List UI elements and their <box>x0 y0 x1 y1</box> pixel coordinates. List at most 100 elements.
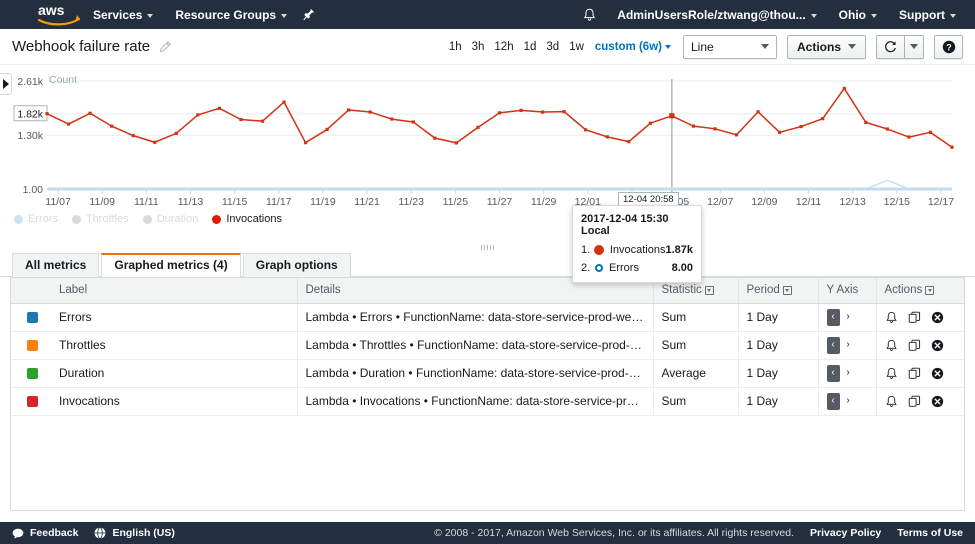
tab-graph-options[interactable]: Graph options <box>243 253 351 277</box>
series-line-invocations[interactable] <box>47 88 952 147</box>
legend-item-invocations[interactable]: Invocations <box>212 213 282 225</box>
range-custom-button[interactable]: custom (6w) <box>589 38 673 56</box>
duplicate-icon[interactable] <box>908 395 921 408</box>
tab-all-metrics[interactable]: All metrics <box>12 253 99 277</box>
language-button[interactable]: English (US) <box>94 527 174 539</box>
table-row[interactable]: InvocationsLambda • Invocations • Functi… <box>11 387 965 415</box>
alarm-bell-icon[interactable] <box>885 339 898 352</box>
range-12h-button[interactable]: 12h <box>489 38 518 56</box>
panel-resize-handle[interactable] <box>0 242 975 252</box>
refresh-options-button[interactable] <box>905 35 924 59</box>
series-color-swatch[interactable] <box>27 312 38 323</box>
refresh-button[interactable] <box>876 35 905 59</box>
series-color-swatch[interactable] <box>27 396 38 407</box>
duplicate-icon[interactable] <box>908 339 921 352</box>
nav-services-menu[interactable]: Services <box>82 0 164 29</box>
tooltip-row-index: 1. <box>581 244 592 256</box>
graph-type-select[interactable]: Line <box>683 35 777 59</box>
header-actions[interactable]: Actions <box>876 278 965 303</box>
chevron-down-icon[interactable] <box>705 286 714 295</box>
data-point-marker <box>627 140 630 143</box>
tooltip-series-value: 1.87k <box>665 244 693 256</box>
x-axis-tick-label: 11/15 <box>222 196 248 208</box>
nav-support-menu[interactable]: Support <box>888 0 967 29</box>
legend-label: Duration <box>157 213 199 225</box>
row-period[interactable]: 1 Day <box>738 303 818 331</box>
duplicate-icon[interactable] <box>908 367 921 380</box>
range-1h-button[interactable]: 1h <box>444 38 467 56</box>
pin-shortcut-button[interactable] <box>298 8 320 21</box>
terms-of-use-link[interactable]: Terms of Use <box>897 527 963 539</box>
row-color-cell[interactable] <box>11 303 51 331</box>
row-period[interactable]: 1 Day <box>738 387 818 415</box>
table-row[interactable]: ErrorsLambda • Errors • FunctionName: da… <box>11 303 965 331</box>
range-3h-button[interactable]: 3h <box>467 38 490 56</box>
nav-resource-groups-menu[interactable]: Resource Groups <box>164 0 298 29</box>
data-point-marker <box>45 112 48 115</box>
y-axis-left-button[interactable]: ‹ <box>827 309 840 326</box>
alarm-bell-icon[interactable] <box>885 367 898 380</box>
legend-item-throttles[interactable]: Throttles <box>72 213 129 225</box>
alarm-bell-icon[interactable] <box>885 395 898 408</box>
row-statistic[interactable]: Sum <box>653 387 738 415</box>
series-color-swatch[interactable] <box>27 340 38 351</box>
y-axis-right-button[interactable]: › <box>842 393 855 410</box>
y-axis-right-button[interactable]: › <box>842 365 855 382</box>
row-color-cell[interactable] <box>11 331 51 359</box>
row-period[interactable]: 1 Day <box>738 359 818 387</box>
row-statistic[interactable]: Average <box>653 359 738 387</box>
table-row[interactable]: ThrottlesLambda • Throttles • FunctionNa… <box>11 331 965 359</box>
nav-region-menu[interactable]: Ohio <box>828 0 888 29</box>
metrics-tab-bar: All metrics Graphed metrics (4) Graph op… <box>0 253 975 277</box>
row-color-cell[interactable] <box>11 359 51 387</box>
y-axis-left-button[interactable]: ‹ <box>827 393 840 410</box>
nav-support-label: Support <box>899 8 945 22</box>
feedback-button[interactable]: Feedback <box>12 527 78 539</box>
table-row[interactable]: DurationLambda • Duration • FunctionName… <box>11 359 965 387</box>
help-button[interactable]: ? <box>934 35 963 59</box>
y-axis-right-button[interactable]: › <box>842 309 855 326</box>
range-1d-button[interactable]: 1d <box>519 38 542 56</box>
row-statistic[interactable]: Sum <box>653 303 738 331</box>
actions-button[interactable]: Actions <box>787 35 866 59</box>
chevron-down-icon[interactable] <box>783 286 792 295</box>
privacy-policy-link[interactable]: Privacy Policy <box>810 527 881 539</box>
chevron-down-icon[interactable] <box>925 286 934 295</box>
metric-line-chart[interactable]: 2.61k1.82k1.30k1.00Count11/0711/0911/111… <box>0 65 975 236</box>
header-y-axis[interactable]: Y Axis <box>818 278 876 303</box>
notifications-button[interactable] <box>573 0 606 29</box>
range-3d-button[interactable]: 3d <box>541 38 564 56</box>
remove-icon[interactable] <box>931 339 944 352</box>
duplicate-icon[interactable] <box>908 311 921 324</box>
row-statistic[interactable]: Sum <box>653 331 738 359</box>
legend-item-errors[interactable]: Errors <box>14 213 58 225</box>
header-color <box>11 278 51 303</box>
series-color-swatch[interactable] <box>27 368 38 379</box>
y-axis-left-button[interactable]: ‹ <box>827 337 840 354</box>
data-point-marker <box>713 127 716 130</box>
tooltip-row-index: 2. <box>581 262 593 274</box>
edit-title-button[interactable] <box>159 41 171 53</box>
expand-sidebar-button[interactable] <box>0 73 12 95</box>
remove-icon[interactable] <box>931 311 944 324</box>
legend-item-duration[interactable]: Duration <box>143 213 199 225</box>
alarm-bell-icon[interactable] <box>885 311 898 324</box>
header-label[interactable]: Label <box>51 278 297 303</box>
globe-icon <box>94 527 106 539</box>
nav-account-label: AdminUsersRole/ztwang@thou... <box>617 8 805 22</box>
remove-icon[interactable] <box>931 367 944 380</box>
nav-account-menu[interactable]: AdminUsersRole/ztwang@thou... <box>606 0 827 29</box>
header-y-axis-text: Y Axis <box>827 284 859 296</box>
header-period[interactable]: Period <box>738 278 818 303</box>
remove-icon[interactable] <box>931 395 944 408</box>
row-period[interactable]: 1 Day <box>738 331 818 359</box>
x-axis-tick-label: 11/17 <box>266 196 292 208</box>
aws-logo[interactable]: aws <box>36 0 82 29</box>
row-color-cell[interactable] <box>11 387 51 415</box>
y-axis-left-button[interactable]: ‹ <box>827 365 840 382</box>
graph-type-value: Line <box>691 40 714 54</box>
y-axis-right-button[interactable]: › <box>842 337 855 354</box>
chevron-down-icon <box>147 14 153 18</box>
range-1w-button[interactable]: 1w <box>564 38 589 56</box>
tab-graphed-metrics[interactable]: Graphed metrics (4) <box>101 253 240 277</box>
